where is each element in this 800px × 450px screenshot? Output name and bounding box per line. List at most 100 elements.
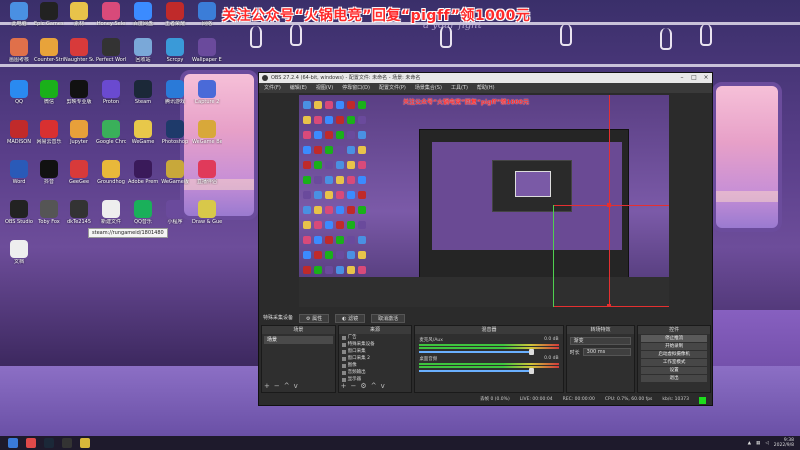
chrome-icon[interactable] bbox=[80, 438, 90, 448]
close-icon[interactable]: × bbox=[700, 73, 712, 83]
desktop-icon[interactable]: Photoshop bbox=[160, 120, 190, 145]
duration-input[interactable]: 300 ms bbox=[582, 348, 632, 356]
up-icon[interactable]: ^ bbox=[371, 383, 377, 390]
maximize-icon[interactable]: □ bbox=[688, 73, 700, 83]
source-item[interactable]: 广告 bbox=[339, 334, 412, 341]
desktop-icon[interactable]: Wallpaper Engine bbox=[192, 38, 222, 63]
desktop-icon[interactable]: Perfect World bbox=[96, 38, 126, 63]
desktop-icon[interactable]: Google Chrome bbox=[96, 120, 126, 145]
source-item[interactable]: 特殊采集设备 bbox=[339, 341, 412, 348]
desktop-icon[interactable]: 直播伴侣 bbox=[192, 160, 222, 185]
desktop-icon[interactable]: Epic Games Launcher bbox=[34, 2, 64, 27]
desktop-icon[interactable]: 小程序 bbox=[160, 200, 190, 225]
control-button[interactable]: 设置 bbox=[641, 367, 707, 374]
obs-preview[interactable]: 关注公众号“火锅电竞”回复“pigff”领1000元 bbox=[299, 95, 669, 307]
menu-item[interactable]: 停靠窗口(D) bbox=[342, 83, 370, 93]
desktop-icon[interactable]: Scrcpy bbox=[160, 38, 190, 63]
control-button[interactable]: 启动虚拟摄像机 bbox=[641, 351, 707, 358]
taskbar-app-icon[interactable] bbox=[26, 438, 36, 448]
desktop-icon[interactable]: Counter-Strike Global Off bbox=[34, 38, 64, 63]
desktop-icon[interactable]: 画图考核 bbox=[4, 38, 34, 63]
network-icon[interactable]: ▦ bbox=[756, 441, 760, 446]
up-icon[interactable]: ^ bbox=[284, 383, 290, 390]
desktop-icon[interactable]: dkTe2145 bbox=[64, 200, 94, 225]
remove-icon[interactable]: − bbox=[274, 383, 280, 390]
transition-type-select[interactable]: 渐变 bbox=[569, 337, 632, 345]
minimize-icon[interactable]: – bbox=[676, 73, 688, 83]
remove-icon[interactable]: − bbox=[351, 383, 357, 390]
desktop-icon[interactable]: 抖音 bbox=[34, 160, 64, 185]
tray-icon[interactable]: ▲ bbox=[748, 441, 751, 446]
resize-handle[interactable] bbox=[607, 203, 611, 207]
gear-icon[interactable]: ⚙ bbox=[360, 383, 366, 390]
desktop-icon[interactable]: 此电脑 bbox=[4, 2, 34, 27]
start-icon[interactable] bbox=[8, 438, 18, 448]
desktop-icon[interactable]: 剪映专业版 bbox=[64, 80, 94, 105]
resize-handle[interactable] bbox=[607, 304, 611, 307]
menu-item[interactable]: 工具(T) bbox=[451, 83, 468, 93]
desktop-icon[interactable]: Capture 2 bbox=[192, 80, 222, 105]
desktop-icon[interactable]: Steam bbox=[128, 80, 158, 105]
properties-button[interactable]: ⚙ 属性 bbox=[299, 314, 330, 323]
deactivate-button[interactable]: 取消激活 bbox=[371, 314, 406, 323]
preview-icon bbox=[303, 131, 311, 139]
desktop-icon[interactable]: Word bbox=[4, 160, 34, 185]
control-button[interactable]: 停止推流 bbox=[641, 335, 707, 342]
desktop-icon[interactable]: 微信 bbox=[34, 80, 64, 105]
volume-icon[interactable]: ◁ bbox=[765, 441, 768, 446]
desktop-icon[interactable]: 新建文件 bbox=[96, 200, 126, 225]
desktop-icon[interactable]: 文档 bbox=[4, 240, 34, 265]
obs-titlebar[interactable]: OBS 27.2.4 (64-bit, windows) - 配置文件: 未命名… bbox=[259, 73, 712, 83]
control-button[interactable]: 开始录制 bbox=[641, 343, 707, 350]
control-button[interactable]: 工作室模式 bbox=[641, 359, 707, 366]
menu-item[interactable]: 配置文件(P) bbox=[379, 83, 406, 93]
volume-slider[interactable] bbox=[419, 368, 535, 374]
desktop-icon[interactable]: 网络 bbox=[192, 2, 222, 27]
scene-item[interactable]: 场景 bbox=[264, 336, 333, 344]
filters-button[interactable]: ◐ 滤镜 bbox=[335, 314, 366, 323]
menu-item[interactable]: 编辑(E) bbox=[290, 83, 307, 93]
desktop-icon[interactable]: Toby Fox bbox=[34, 200, 64, 225]
add-icon[interactable]: + bbox=[341, 383, 347, 390]
menu-item[interactable]: 帮助(H) bbox=[477, 83, 495, 93]
desktop-icon[interactable]: QQ bbox=[4, 80, 34, 105]
down-icon[interactable]: v bbox=[294, 383, 298, 390]
desktop-icon[interactable]: 百度网盘 bbox=[128, 2, 158, 27]
preview-icon bbox=[325, 116, 333, 124]
desktop-icon[interactable]: 腾讯游戏 bbox=[160, 80, 190, 105]
obs-icon[interactable] bbox=[62, 438, 72, 448]
source-item[interactable]: 图像 bbox=[339, 362, 412, 369]
desktop-icon[interactable]: 网易云音乐 bbox=[34, 120, 64, 145]
source-item[interactable]: 窗口采集 2 bbox=[339, 355, 412, 362]
source-item[interactable]: 音频输出 bbox=[339, 369, 412, 376]
desktop-icon[interactable]: WeGame版 bbox=[160, 160, 190, 185]
desktop-icon[interactable]: WeGame bbox=[128, 120, 158, 145]
menu-item[interactable]: 视图(V) bbox=[316, 83, 333, 93]
desktop-icon[interactable]: Groundhog bbox=[96, 160, 126, 185]
desktop-icon-label: 腾讯游戏 bbox=[164, 99, 185, 105]
desktop-icon[interactable]: QQ音乐 bbox=[128, 200, 158, 225]
desktop-icon[interactable]: GeeGee bbox=[64, 160, 94, 185]
desktop-icon[interactable]: OBS Studio bbox=[4, 200, 34, 225]
preview-icon bbox=[303, 266, 311, 274]
clock[interactable]: 9:38 2022/9/8 bbox=[774, 438, 794, 448]
desktop-icon[interactable]: Proton bbox=[96, 80, 126, 105]
source-item[interactable]: 窗口采集 bbox=[339, 348, 412, 355]
down-icon[interactable]: v bbox=[381, 383, 385, 390]
desktop-icon[interactable]: MADISON bbox=[4, 120, 34, 145]
volume-slider[interactable] bbox=[419, 349, 535, 355]
desktop-icon[interactable]: 王者荣耀 bbox=[160, 2, 190, 27]
control-button[interactable]: 退出 bbox=[641, 375, 707, 382]
menu-item[interactable]: 场景集合(S) bbox=[415, 83, 442, 93]
desktop-icon[interactable]: 回收站 bbox=[128, 38, 158, 63]
desktop-icon[interactable]: WeGame Beta bbox=[192, 120, 222, 145]
add-icon[interactable]: + bbox=[264, 383, 270, 390]
desktop-icon[interactable]: Adobe Premiere bbox=[128, 160, 158, 185]
steam-icon[interactable] bbox=[44, 438, 54, 448]
desktop-icon[interactable]: Honey Sele bbox=[96, 2, 126, 27]
desktop-icon[interactable]: 素材 bbox=[64, 2, 94, 27]
desktop-icon[interactable]: Draw & Guess bbox=[192, 200, 222, 225]
desktop-icon[interactable]: Jupyter bbox=[64, 120, 94, 145]
desktop-icon[interactable]: Naughter Surgeon Party bbox=[64, 38, 94, 63]
menu-item[interactable]: 文件(F) bbox=[264, 83, 281, 93]
